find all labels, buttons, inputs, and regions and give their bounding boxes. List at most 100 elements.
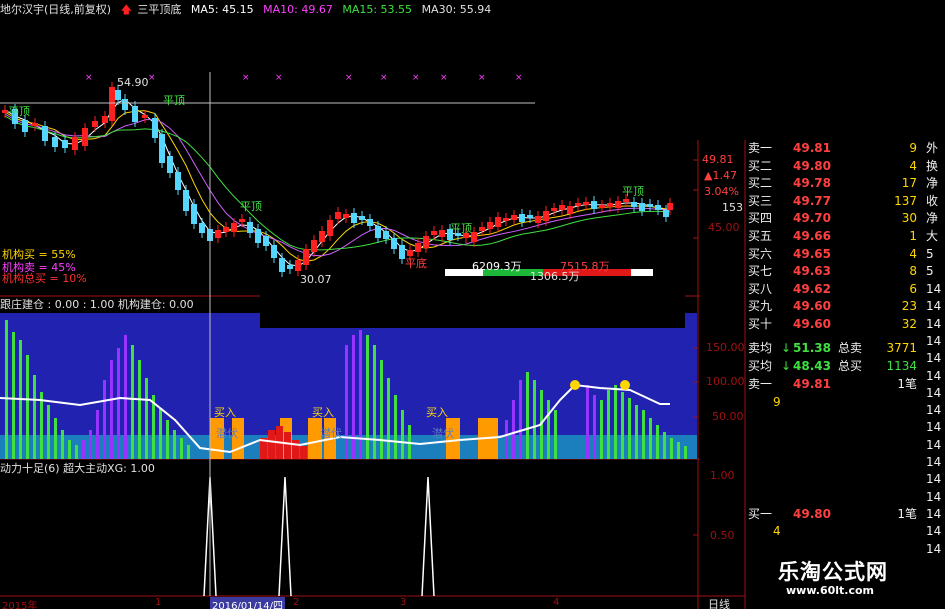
period-label[interactable]: 日线 (708, 596, 730, 609)
candle-body (191, 204, 197, 224)
vol-bar-white-right (631, 269, 653, 276)
order-row[interactable]: 买三 49.77 137 (745, 193, 920, 211)
candle-body (52, 137, 58, 147)
order-row[interactable]: 卖一 49.81 9 (745, 140, 920, 158)
candle-body (255, 229, 261, 243)
indicator1-bar (187, 445, 190, 459)
axis-price-percent: 3.04% (704, 185, 739, 198)
candle-body (247, 222, 253, 233)
indicator1-bar (387, 378, 390, 459)
indicator1-bar (173, 430, 176, 459)
axis-ticks (693, 159, 698, 536)
candle-body (519, 214, 525, 222)
candle-body (391, 238, 397, 249)
order-row[interactable]: 买九 49.60 23 (745, 298, 920, 316)
order-row[interactable]: 买四 49.70 30 (745, 210, 920, 228)
redaction-box-top (535, 20, 945, 140)
indicator1-bar (75, 445, 78, 459)
candle-body (559, 205, 565, 210)
tick-time-label: 14 (926, 316, 942, 331)
x-marker-icon: × (148, 73, 156, 83)
candle-body (343, 214, 349, 218)
vol-left-label: 6209.3万 (472, 260, 522, 273)
candle-body (479, 227, 485, 231)
candle-body (175, 172, 181, 190)
candle-body (22, 120, 28, 132)
candle-body (122, 99, 128, 110)
indicator1-bar (526, 372, 529, 459)
candle-body (535, 216, 541, 223)
candle-body (575, 203, 581, 206)
candle-body (647, 204, 653, 207)
order-row[interactable]: 买五 49.66 1 (745, 228, 920, 246)
ind2-axis-05: 0.50 (710, 529, 735, 542)
order-row[interactable]: 买十 49.60 32 (745, 316, 920, 334)
indicator1-bar (12, 332, 15, 459)
time-label-2015: 2015年 (2, 601, 38, 609)
candle-body (311, 240, 317, 252)
indicator1-bar (512, 400, 515, 459)
spike-line (421, 476, 435, 597)
down-arrow-icon: ↓ (781, 341, 792, 355)
x-marker-icon: × (345, 73, 353, 83)
candle-body (279, 258, 285, 272)
indicator1-bar (670, 438, 673, 459)
order-row[interactable]: 买六 49.65 4 (745, 246, 920, 264)
candle-body (42, 126, 48, 141)
red-block (300, 446, 307, 459)
candle-body (567, 206, 573, 214)
candle-body (503, 218, 509, 221)
candle-body (109, 87, 115, 121)
tick-time-label: 14 (926, 489, 942, 504)
order-row[interactable]: 买二 49.78 17 (745, 175, 920, 193)
buy1-detail-row: 买一 49.80 1笔 (748, 507, 917, 521)
flat-top-label-2: 平顶 (163, 94, 185, 107)
indicator1-bar (89, 430, 92, 459)
candle-body (239, 219, 245, 222)
watermark-url: www.60lt.com (786, 584, 875, 597)
indicator1-bar (607, 390, 610, 459)
hidden-label-2: 潜伏 (320, 427, 342, 440)
flat-bottom-label: 平底 (405, 257, 427, 270)
ind1-axis-100: 100.00 (706, 375, 745, 388)
indicator1-bar (401, 410, 404, 459)
indicator1-bar (642, 410, 645, 459)
order-row[interactable]: 买八 49.62 6 (745, 281, 920, 299)
tick-time-label: 14 (926, 282, 942, 296)
candle-body (639, 203, 645, 211)
time-label-4: 4 (553, 597, 560, 608)
indicator1-bar (352, 335, 355, 459)
indicator1-bar (138, 360, 141, 459)
right-cut-label: 5日 (926, 246, 934, 261)
candle-body (335, 212, 341, 219)
indicator1-bar (47, 405, 50, 459)
candle-body (319, 231, 325, 242)
candle-body (667, 203, 673, 210)
candle-body (142, 115, 148, 118)
order-row[interactable]: 买七 49.63 8 (745, 263, 920, 281)
candle-body (607, 203, 613, 207)
flat-top-label-3: 平顶 (240, 200, 262, 213)
tick-time-label: 14 (926, 455, 942, 469)
buy-avg-row: 买均 ↓ 48.43 总买 1134 (745, 358, 920, 376)
order-row[interactable]: 买二 49.80 4 (745, 158, 920, 176)
indicator2-title: 动力十足(6) 超大主动XG: 1.00 (0, 462, 155, 475)
candle-body (351, 213, 357, 223)
watermark-brand: 乐淘公式网 (778, 560, 888, 584)
candle-body (439, 230, 445, 237)
indicator1-bar (61, 430, 64, 459)
indicator1-bar (628, 398, 631, 459)
candle-body (423, 236, 429, 248)
indicator1-bar (554, 410, 557, 459)
indicator1-bar (68, 440, 71, 459)
candle-body (383, 231, 389, 239)
tick-time-label: 14 (926, 524, 942, 539)
buy-label-3: 买入 (426, 406, 448, 419)
candle-body (527, 215, 533, 218)
indicator1-bar (103, 380, 106, 459)
candle-body (72, 137, 78, 150)
candle-body (431, 231, 437, 235)
tick-time-label: 14 (926, 368, 942, 383)
candle-body (375, 226, 381, 238)
time-label-cursor: 2016/01/14/四 (210, 597, 286, 609)
